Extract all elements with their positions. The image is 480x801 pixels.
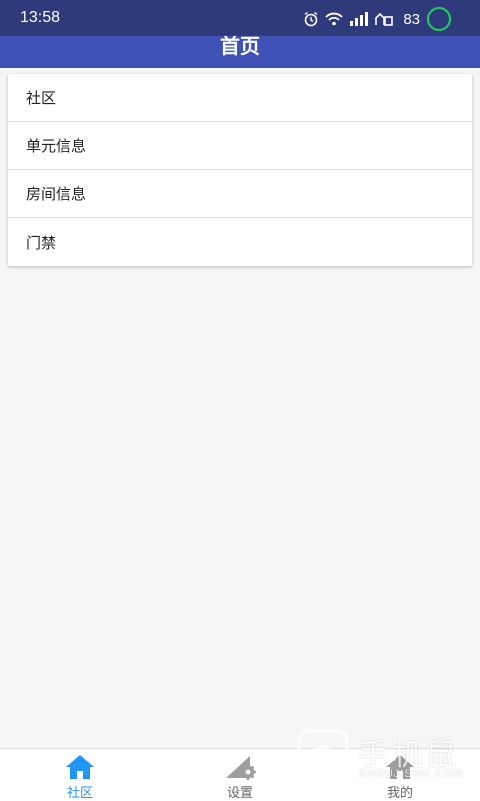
settings-icon xyxy=(226,756,256,780)
battery-ring-icon xyxy=(426,6,452,32)
signal-icon xyxy=(350,12,369,26)
watermark-logo xyxy=(297,729,349,781)
menu-item-room-info[interactable]: 房间信息 xyxy=(8,170,472,218)
page-title: 首页 xyxy=(220,34,260,58)
menu-item-label: 社区 xyxy=(26,89,57,107)
status-time: 13:58 xyxy=(20,9,61,26)
status-icons: 83 xyxy=(303,6,452,32)
app-header: 首页 xyxy=(0,34,480,68)
menu-list: 社区 单元信息 房间信息 门禁 xyxy=(8,74,472,266)
menu-item-label: 房间信息 xyxy=(26,185,87,203)
home-icon xyxy=(66,755,94,779)
watermark: 手机鼠 SHOUJISHU.COM xyxy=(296,728,466,786)
menu-item-community[interactable]: 社区 xyxy=(8,74,472,122)
status-bar: 13:58 83 xyxy=(0,0,480,36)
wifi-icon xyxy=(325,12,343,26)
alarm-icon xyxy=(304,11,318,27)
menu-item-access-control[interactable]: 门禁 xyxy=(8,218,472,266)
hd-signal-icon xyxy=(375,12,394,26)
nav-tab-label: 设置 xyxy=(226,786,253,801)
battery-percentage: 83 xyxy=(403,10,420,28)
nav-tab-label: 社区 xyxy=(66,786,93,801)
nav-tab-community[interactable]: 社区 xyxy=(0,749,160,801)
watermark-subtitle: SHOUJISHU.COM xyxy=(358,768,464,780)
menu-item-label: 门禁 xyxy=(26,233,57,252)
menu-item-unit-info[interactable]: 单元信息 xyxy=(8,122,472,170)
menu-item-label: 单元信息 xyxy=(26,137,87,155)
